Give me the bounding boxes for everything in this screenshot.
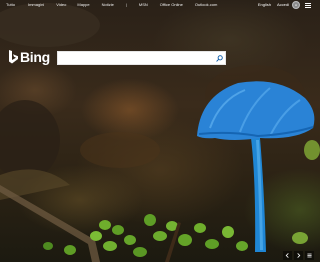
next-image-button[interactable] [294, 251, 303, 260]
nav-link-immagini[interactable]: Immagini [28, 0, 44, 10]
bing-homepage: Tutto Immagini Video Mappe Notizie | MSN… [0, 0, 320, 262]
header-right: English Accedi A [258, 0, 311, 10]
chevron-left-icon [285, 253, 289, 258]
chevron-right-icon [297, 253, 301, 258]
search-input[interactable] [58, 53, 213, 63]
menu-icon[interactable] [305, 2, 311, 8]
top-nav: Tutto Immagini Video Mappe Notizie | MSN… [6, 0, 217, 10]
image-menu-button[interactable] [305, 251, 314, 260]
menu-icon [307, 253, 312, 258]
avatar-initial: A [294, 2, 297, 7]
nav-separator: | [125, 2, 127, 7]
search-icon [215, 54, 223, 62]
language-link[interactable]: English [258, 0, 271, 10]
signin-link[interactable]: Accedi [277, 0, 289, 10]
nav-link-tutto[interactable]: Tutto [6, 0, 15, 10]
bing-logo[interactable]: Bing [8, 48, 50, 66]
nav-link-outlook[interactable]: Outlook.com [195, 0, 217, 10]
top-bar: Tutto Immagini Video Mappe Notizie | MSN… [0, 0, 320, 10]
bing-logo-icon [9, 50, 18, 64]
nav-link-video[interactable]: Video [56, 0, 66, 10]
search-box[interactable] [57, 51, 226, 65]
background-scene [0, 3, 320, 262]
nav-link-msn[interactable]: MSN [139, 0, 148, 10]
bing-logo-text: Bing [20, 49, 50, 65]
avatar[interactable]: A [292, 1, 300, 9]
search-button[interactable] [213, 52, 225, 64]
nav-link-notizie[interactable]: Notizie [102, 0, 114, 10]
nav-link-mappe[interactable]: Mappe [77, 0, 89, 10]
previous-image-button[interactable] [283, 251, 292, 260]
image-controls [283, 251, 314, 260]
nav-link-office-online[interactable]: Office Online [160, 0, 183, 10]
